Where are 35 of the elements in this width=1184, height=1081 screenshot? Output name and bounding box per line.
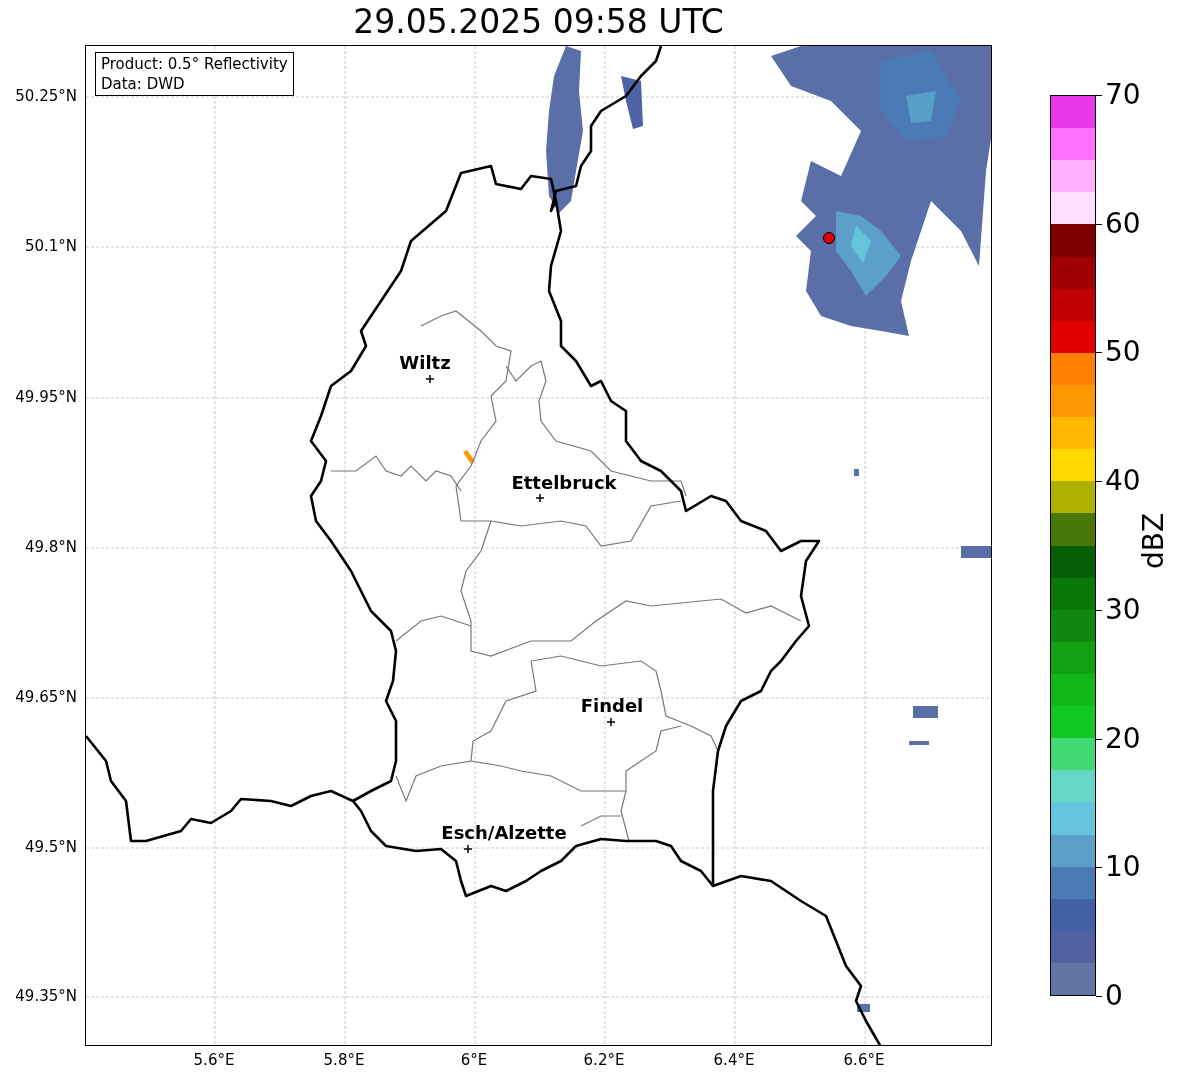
colorbar-tick-label: 30 <box>1105 593 1141 626</box>
radar-echo <box>463 450 475 464</box>
colorbar-tick-label: 40 <box>1105 465 1141 498</box>
axis-tick-label: 5.6°E <box>193 1051 235 1069</box>
axis-tick-label: 6.2°E <box>583 1051 625 1069</box>
axis-tick-label: 49.35°N <box>15 987 77 1005</box>
axis-tick-label: 5.8°E <box>323 1051 365 1069</box>
city-label: Findel <box>580 696 644 716</box>
colorbar-tick-label: 60 <box>1105 207 1141 240</box>
axis-tick-label: 49.5°N <box>24 838 77 856</box>
city-marker-icon <box>606 717 616 727</box>
axis-tick-label: 50.1°N <box>24 237 77 255</box>
city-marker-icon <box>425 374 435 384</box>
colorbar-label: dBZ <box>1138 512 1171 570</box>
info-text: Data: DWD <box>101 74 186 94</box>
colorbar-tick-label: 10 <box>1105 851 1141 884</box>
city-marker-icon <box>535 493 545 503</box>
colorbar-tick-label: 50 <box>1105 336 1141 369</box>
axis-tick-label: 6.6°E <box>843 1051 885 1069</box>
axis-tick-label: 49.65°N <box>15 688 77 706</box>
city-marker-icon <box>463 844 473 854</box>
info-text: Product: 0.5° Reflectivity <box>101 54 288 74</box>
axis-tick-label: 50.25°N <box>15 87 77 105</box>
axis-tick-label: 6.4°E <box>713 1051 755 1069</box>
chart-title: 29.05.2025 09:58 UTC <box>353 1 724 43</box>
colorbar-tick-label: 20 <box>1105 722 1141 755</box>
city-label: Wiltz <box>399 353 451 373</box>
axis-tick-label: 6°E <box>460 1051 488 1069</box>
colorbar-tick-label: 70 <box>1105 79 1141 111</box>
radar-site-icon <box>823 232 835 244</box>
city-label: Ettelbruck <box>511 473 617 493</box>
axis-tick-label: 49.95°N <box>15 388 77 406</box>
axis-tick-label: 49.8°N <box>24 538 77 556</box>
colorbar-tick-label: 0 <box>1105 980 1123 1012</box>
city-label: Esch/Alzette <box>441 823 567 843</box>
